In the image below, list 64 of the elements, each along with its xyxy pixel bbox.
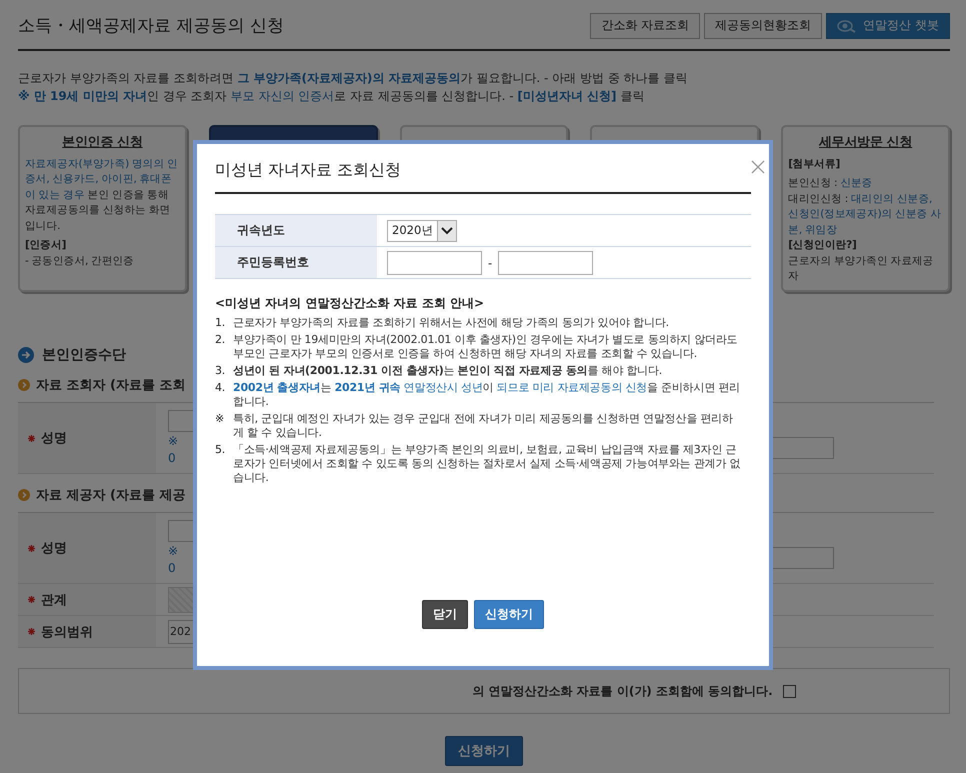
hint-text: ※ [168,544,178,559]
input-field[interactable] [498,250,594,274]
required-star-icon [28,544,35,552]
required-star-icon [28,628,35,635]
notice-title: <미성년 자녀의 연말정산간소화 자료 조회 안내> [215,295,485,312]
item-marker: 2. [215,333,226,348]
modal-title: 미성년 자녀자료 조회신청 [215,160,402,181]
header-button[interactable]: 제공동의현황조회 [704,12,822,38]
notice-text: 성년이 된 자녀(2001.12.31 이전 출생자)는 본인이 직접 자료제공 동의를 해야 합니다. [233,364,664,378]
section-title: 본인인증수단 [42,346,126,364]
field-label: 성명 [41,540,67,557]
item-marker: 4. [215,381,226,396]
item-marker: 1. [215,316,226,330]
hint-text: 0 [168,451,176,466]
chevron-circle-icon [18,489,30,501]
agree-checkbox[interactable] [782,684,796,698]
separator-text: - [488,256,492,270]
group-title: 자료 제공자 (자료를 제공 [36,487,186,504]
submit-button[interactable]: 신청하기 [445,736,523,766]
item-marker: ※ [215,412,226,427]
card-text: [신청인이란?] [788,238,858,253]
form-label: 주민등록번호 [215,247,377,278]
card-text: [인증서] [25,238,68,253]
apply-button[interactable]: 신청하기 [474,600,544,629]
magnifier-icon [837,18,858,32]
method-card[interactable]: 본인인증 신청 자료제공자(부양가족) 명의의 인증서, 신용카드, 아이핀, 휴대폰이 있는 경우 본인 인증을 통해 자료제공동의를 신청하는 화면입니다. [인증서] - 공동인증서, 간편인증 [18,125,187,292]
card-text: 근로자의 부양가족인 자료제공자 [788,254,934,284]
card-text: 자료제공자(부양가족) 명의의 인증서, 신용카드, 아이핀, 휴대폰이 있는 경우 본인 인증을 통해 자료제공동의를 신청하는 화면입니다. [25,156,179,234]
arrow-circle-icon [18,347,34,363]
required-star-icon [28,596,35,603]
hint-text: ※ [168,434,178,449]
notice-text: 2002년 출생자녀는 2021년 귀속 연말정산시 성년이 되므로 미리 자료제공동의 신청을 준비하시면 편리합니다. [233,381,741,409]
field-label: 동의범위 [41,624,93,640]
card-text: [첨부서류] [788,156,841,172]
hint-text: 0 [168,561,176,576]
caret-icon [437,220,456,240]
item-marker: 5. [215,443,226,458]
notice-text: 「소득·세액공제 자료제공동의」는 부양가족 본인의 의료비, 보험료, 교육비 납입금액 자료를 제3자인 근로자가 인터넷에서 조회할 수 있도록 동의 신청하는 절차로서 실제 소득·세액공제 가능여부와는 관계가 없습니다. [233,443,741,485]
form-label: 귀속년도 [215,215,377,246]
card-text: 대리인신청 : 대리인의 신분증, 신청인(정보제공자)의 신분증 사본, 위임장 [788,192,942,238]
field-label: 성명 [41,430,67,447]
card-text: 본인신청 : 신분증 [788,176,874,191]
item-marker: 3. [215,364,226,378]
method-card[interactable]: 세무서방문 신청 [첨부서류] 본인신청 : 신분증 대리인신청 : 대리인의 신분증, 신청인(정보제공자)의 신분증 사본, 위임장 [신청인이란?] 근로자의 부양가족인 자료제공자 [781,125,950,292]
header-button[interactable]: 간소화 자료조회 [590,12,700,38]
required-star-icon [28,434,35,442]
page-title: 소득・세액공제자료 제공동의 신청 [18,15,284,37]
card-title[interactable]: 세무서방문 신청 [788,135,943,150]
year-select[interactable]: 2020년 [387,220,458,242]
chevron-circle-icon [18,379,30,391]
notice-text: 특히, 군입대 예정인 자녀가 있는 경우 군입대 전에 자녀가 미리 제공동의를 신청하면 연말정산을 편리하게 할 수 있습니다. [233,412,734,440]
chatbot-button[interactable]: 연말정산 챗봇 [826,12,950,38]
card-text: - 공동인증서, 간편인증 [25,254,135,268]
close-icon[interactable] [751,160,765,174]
agreement-text: 의 연말정산간소화 자료를 이(가) 조회함에 동의합니다. [472,682,773,700]
field-label: 관계 [41,592,67,608]
close-button[interactable]: 닫기 [422,600,468,629]
notice-text: 근로자가 부양가족의 자료를 조회하기 위해서는 사전에 해당 가족의 동의가 있어야 합니다. [233,316,670,330]
intro-text: ※ 만 19세 미만의 자녀 인 경우 조회자 부모 자신의 인증서로 자료 제공동의를 신청합니다. - [미성년자녀 신청] 클릭 [18,88,646,105]
group-title: 자료 조회자 (자료를 조회 [36,377,186,394]
notice-text: 부양가족이 만 19세미만의 자녀(2002.01.01 이후 출생자)인 경우에는 자녀가 별도로 동의하지 않더라도 부모인 근로자가 부모의 인증서로 인증을 하여 신청하면 해당 자녀의 자료를 조회할 수 있습니다. [233,333,739,361]
card-title[interactable]: 본인인증 신청 [25,135,180,150]
intro-text: 근로자가 부양가족의 자료를 조회하려면 그 부양가족(자료제공자)의 자료제공동의가 필요합니다. - 아래 방법 중 하나를 클릭 [18,70,688,87]
input-field[interactable] [387,250,482,274]
